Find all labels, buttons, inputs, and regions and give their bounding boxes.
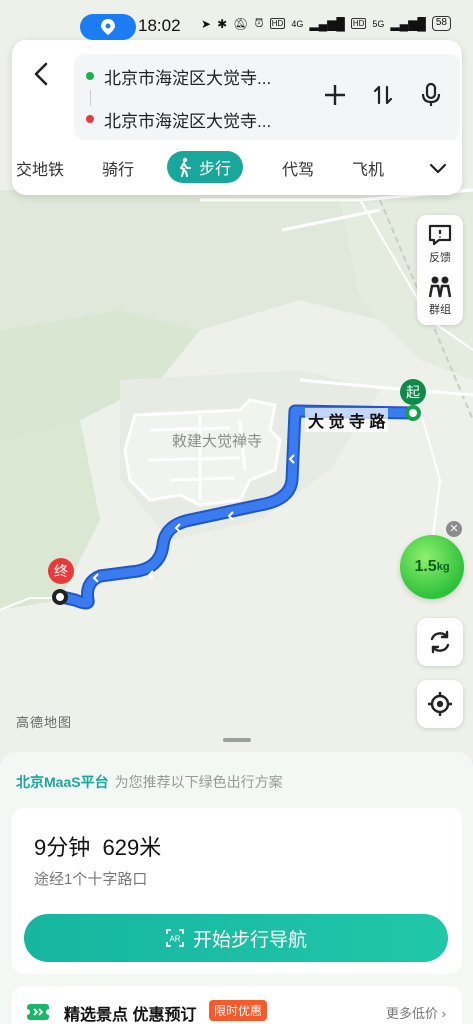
start-button-label: 开始步行导航 [192,929,307,951]
promo-title: 精选景点 优惠预订 [64,1007,197,1024]
carbon-savings-badge[interactable]: 1.5 kg [400,535,464,599]
tab-walking[interactable]: 步行 [167,151,244,183]
plan-distance: 629米 [102,835,162,860]
group-icon [428,276,452,298]
tab-cycling[interactable]: 骑行 [102,156,134,180]
location-pin-icon [101,19,115,35]
tab-transit[interactable]: 交地铁 [16,156,64,180]
group-label: 群组 [429,304,451,316]
hd-badge: HD [269,18,286,29]
crosshair-icon [428,692,452,716]
origin-text: 北京市海淀区大觉寺... [104,68,272,88]
maas-brand: 北京MaaS平台 [16,774,109,790]
feedback-label: 反馈 [429,252,451,264]
feedback-button[interactable]: 反馈 [427,223,453,265]
end-marker[interactable]: 终 [48,558,74,584]
start-point [405,405,421,421]
clock: 18:02 [138,16,181,35]
maas-banner: 北京MaaS平台 为您推荐以下绿色出行方案 [16,772,283,792]
route-inputs: 北京市海淀区大觉寺... 北京市海淀区大觉寺... [74,54,460,140]
origin-dot-icon [86,72,94,80]
navigation-arrow-icon: ➤ [201,16,212,31]
status-bar: 18:02 ➤ ✱ 🔕︎ ⏰︎ HD 4G ▂▄▆█ HD 5G ▂▄▆█ 58 [0,0,473,40]
plus-icon [325,85,345,105]
locate-me-button[interactable] [417,680,463,728]
route-connector [90,90,91,106]
carbon-unit: kg [436,561,450,573]
maas-text: 为您推荐以下绿色出行方案 [114,774,283,790]
promo-card[interactable]: 精选景点 优惠预订 限时优惠 更多低价 › [12,986,462,1024]
svg-text:AR: AR [169,935,180,944]
plan-summary: 9分钟 629米 [34,830,161,862]
start-marker[interactable]: 起 [400,379,426,405]
poi-label: 敕建大觉禅寺 [172,433,263,450]
start-walking-navigation-button[interactable]: AR 开始步行导航 [24,914,448,962]
alarm-icon: ⏰︎ [254,16,264,30]
chevron-down-icon [429,163,447,174]
voice-input-button[interactable] [418,82,444,108]
mute-icon: 🔕︎ [233,16,249,31]
plan-duration: 9分钟 [34,835,91,860]
expand-modes-button[interactable] [428,158,448,183]
destination-field[interactable]: 北京市海淀区大觉寺... [86,107,271,131]
sheet-drag-handle[interactable] [223,738,251,742]
destination-text: 北京市海淀区大觉寺... [104,111,272,131]
back-arrow-icon [34,62,48,86]
promo-more-link[interactable]: 更多低价 › [386,1003,446,1022]
travel-mode-tabs: 交地铁 骑行 步行 代驾 飞机 [12,148,462,188]
network-type-2: 5G [372,18,385,29]
battery-indicator: 58 [431,16,451,31]
add-waypoint-button[interactable] [322,82,348,108]
network-type: 4G [291,18,304,29]
carbon-value: 1.5 [414,558,437,575]
route-planner-card: 北京市海淀区大觉寺... 北京市海淀区大觉寺... 交地铁 骑行 步行 代驾 飞… [12,40,462,195]
tab-flight[interactable]: 飞机 [352,156,384,180]
signal-icon-2: ▂▄▆█ [390,16,426,31]
road-label: 大 觉 寺 路 [305,408,389,432]
plan-via: 途经1个十字路口 [34,871,148,888]
group-button[interactable]: 群组 [426,275,454,317]
route-bottom-sheet: 北京MaaS平台 为您推荐以下绿色出行方案 9分钟 629米 途经1个十字路口 A… [0,752,473,1024]
back-button[interactable] [28,58,54,90]
signal-icon: ▂▄▆█ [309,16,345,31]
refresh-icon [430,630,450,654]
promo-badge: 限时优惠 [209,1000,268,1021]
refresh-route-button[interactable] [417,618,463,666]
map-tools-panel: 反馈 群组 [417,215,463,325]
tab-designated-driver[interactable]: 代驾 [282,156,314,180]
carbon-close-button[interactable]: ✕ [446,521,462,537]
location-indicator [80,14,136,40]
swap-route-button[interactable] [370,82,396,108]
walking-plan-card[interactable]: 9分钟 629米 途经1个十字路口 AR 开始步行导航 [12,808,462,974]
tab-walking-label: 步行 [199,161,232,178]
origin-field[interactable]: 北京市海淀区大觉寺... [86,64,271,88]
hd-badge-2: HD [350,18,367,29]
map-brand-logo: 高德地图 [16,715,73,730]
walking-icon [180,157,191,177]
destination-dot-icon [86,115,94,123]
bluetooth-icon: ✱ [217,16,228,31]
feedback-icon [428,224,452,246]
microphone-icon [421,82,441,106]
swap-icon [373,85,393,105]
ticket-icon [26,1004,50,1020]
ar-icon: AR [166,929,184,947]
end-point [52,589,68,605]
